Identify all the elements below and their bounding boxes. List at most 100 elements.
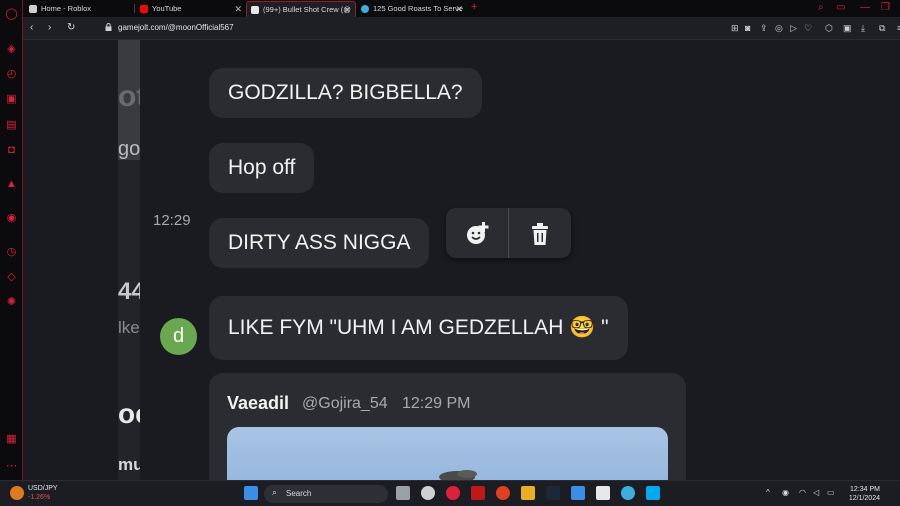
message-text: LIKE FYM "UHM I AM GEDZELLAH 🤓 " [228, 316, 609, 339]
gallery-icon[interactable]: ▦ [5, 433, 18, 446]
task-view-icon[interactable] [396, 486, 410, 500]
message-actions-popover [446, 208, 571, 258]
chat-message[interactable]: LIKE FYM "UHM I AM GEDZELLAH 🤓 " [209, 296, 628, 360]
post-image[interactable] [227, 427, 668, 480]
app-icon[interactable] [496, 486, 510, 500]
close-tab-icon[interactable]: ✕ [234, 1, 242, 17]
add-reaction-icon[interactable] [464, 221, 490, 247]
avatar-letter: d [172, 325, 185, 347]
lock-icon [105, 23, 112, 31]
post-author-handle[interactable]: @Gojira_54 [302, 395, 388, 413]
forward-button[interactable]: › [48, 22, 51, 33]
stock-widget-icon[interactable] [10, 486, 24, 500]
partial-text: 44 [118, 278, 140, 305]
minimize-button[interactable]: — [860, 2, 870, 13]
app-icon[interactable] [571, 486, 585, 500]
steam-icon[interactable] [546, 486, 560, 500]
chat-message-hovered[interactable]: DIRTY ASS NIGGA [209, 218, 430, 268]
share-icon[interactable]: ⇪ [760, 23, 768, 34]
wifi-icon[interactable]: ◠ [799, 488, 806, 497]
snapshot-icon[interactable]: ⧉ [879, 23, 885, 34]
tab-roasts[interactable]: 125 Good Roasts To Serve ✕ [357, 1, 467, 17]
opera-gx-icon[interactable] [446, 486, 460, 500]
translate-icon[interactable]: ⊞ [731, 23, 739, 34]
tab-title: (99+) Bullet Shot Crew (@ [263, 5, 351, 14]
chat-page: ot go 44 lkes oc mu GODZILLA? BIGBELLA? … [23, 40, 900, 480]
tab-youtube[interactable]: YouTube ✕ [136, 1, 246, 17]
game-app-icon[interactable] [471, 486, 485, 500]
shopping-bag-icon[interactable]: ▣ [5, 93, 18, 106]
partial-text: ot [118, 80, 140, 113]
search-tabs-icon[interactable]: ⌕ [818, 2, 824, 13]
settings-gear-icon[interactable]: ✺ [5, 296, 18, 309]
wallet-icon[interactable]: ▣ [843, 23, 852, 34]
address-bar: ‹ › ↻ gamejolt.com/@moonOfficial567 ⊞ ◙ … [23, 17, 900, 40]
notification-app-icon[interactable]: ◉ [782, 488, 789, 497]
left-panel-partial: ot go 44 lkes oc mu [118, 40, 140, 480]
volume-icon[interactable]: ◁ [813, 488, 819, 497]
more-dots-icon[interactable]: ⋯ [5, 460, 18, 473]
reload-button[interactable]: ↻ [67, 22, 75, 33]
chevron-up-icon[interactable]: ^ [766, 488, 770, 497]
site-favicon-icon [361, 5, 369, 13]
browser-sidebar: ◯ ◈ ◴ ▣ ▤ ◘ ▲ ◉ ◷ ◇ ✺ ▦ ⋯ [0, 0, 23, 480]
post-author-name[interactable]: Vaeadil [227, 393, 289, 414]
heart-icon[interactable]: ♡ [804, 23, 812, 34]
close-tab-icon[interactable]: ✕ [343, 2, 351, 17]
partial-text: mu [118, 455, 140, 474]
vpn-icon[interactable]: ◎ [775, 23, 783, 34]
flame-icon[interactable]: ▲ [5, 178, 18, 191]
stock-change: -1.26% [28, 494, 51, 501]
divider [508, 208, 509, 258]
file-explorer-icon[interactable] [521, 486, 535, 500]
opera-logo-icon[interactable]: ◯ [5, 8, 18, 21]
store-icon[interactable] [596, 486, 610, 500]
twitch-icon[interactable]: ▤ [5, 119, 18, 132]
url-field[interactable]: gamejolt.com/@moonOfficial567 [118, 23, 234, 32]
back-button[interactable]: ‹ [30, 22, 33, 33]
close-tab-icon[interactable]: ✕ [455, 1, 463, 17]
gamejolt-favicon-icon [251, 6, 259, 14]
play-icon[interactable]: ▷ [790, 23, 797, 34]
cube-icon[interactable]: ◇ [5, 271, 18, 284]
battery-icon[interactable]: ▭ [827, 488, 835, 497]
new-tab-button[interactable]: + [471, 1, 477, 13]
stock-name[interactable]: USD/JPY [28, 485, 58, 492]
quoted-post-card[interactable]: Vaeadil @Gojira_54 12:29 PM [209, 373, 686, 480]
message-timestamp: 12:29 [153, 212, 191, 229]
screen: ◯ ◈ ◴ ▣ ▤ ◘ ▲ ◉ ◷ ◇ ✺ ▦ ⋯ Home - Roblox … [0, 0, 900, 506]
app-icon[interactable] [421, 486, 435, 500]
search-icon: ⌕ [272, 487, 278, 497]
camera-icon[interactable]: ◙ [745, 23, 750, 33]
system-clock[interactable]: 12:34 PM 12/1/2024 [849, 485, 880, 503]
windows-start-icon[interactable] [244, 486, 258, 500]
message-text: DIRTY ASS NIGGA [228, 231, 411, 254]
taskbar-search[interactable]: ⌕ Search [264, 485, 388, 503]
chat-message[interactable]: GODZILLA? BIGBELLA? [209, 68, 482, 118]
windows-taskbar: USD/JPY -1.26% ⌕ Search ^ ◉ ◠ ◁ ▭ 12:34 … [0, 480, 900, 506]
extensions-cube-icon[interactable]: ⬡ [825, 23, 833, 34]
tab-title: Home - Roblox [41, 4, 92, 13]
player-icon[interactable]: ◉ [5, 212, 18, 225]
tab-roblox[interactable]: Home - Roblox [25, 1, 135, 17]
maximize-button[interactable]: ❐ [881, 2, 890, 13]
download-icon[interactable]: ⤓ [861, 23, 865, 34]
sidebar-toggle-icon[interactable]: ▭ [836, 2, 845, 13]
speed-dial-icon[interactable]: ◴ [5, 68, 18, 81]
history-icon[interactable]: ◷ [5, 246, 18, 259]
tab-gamejolt-active[interactable]: (99+) Bullet Shot Crew (@ ✕ [246, 1, 356, 17]
post-timestamp: 12:29 PM [402, 395, 471, 412]
search-label: Search [286, 489, 312, 498]
chat-message[interactable]: Hop off [209, 143, 315, 193]
delete-trash-icon[interactable] [527, 221, 553, 247]
gamepad-icon[interactable]: ◈ [5, 43, 18, 56]
instagram-icon[interactable]: ◘ [5, 144, 18, 157]
tree-silhouette [439, 470, 477, 480]
partial-text: go [118, 138, 140, 160]
youtube-favicon-icon [140, 5, 148, 13]
avatar[interactable]: d [160, 318, 197, 355]
message-text: Hop off [228, 156, 296, 179]
skype-icon[interactable] [646, 486, 660, 500]
app-icon[interactable] [621, 486, 635, 500]
clock-time: 12:34 PM [850, 486, 880, 493]
